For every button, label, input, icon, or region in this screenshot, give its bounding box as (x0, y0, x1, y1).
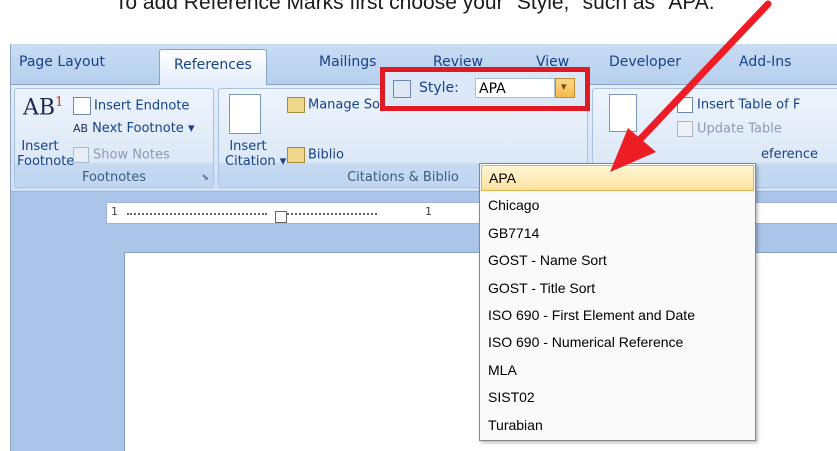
style-option[interactable]: MLA (481, 357, 754, 383)
style-icon (393, 80, 411, 98)
insert-table-of-figures-button[interactable]: Insert Table of F (677, 97, 800, 113)
footnotes-group-label: Footnotes (81, 170, 147, 185)
manage-sources-icon (287, 97, 305, 113)
update-table-button[interactable]: Update Table (677, 121, 782, 137)
style-option[interactable]: GB7714 (481, 220, 754, 246)
tab-page-layout[interactable]: Page Layout (19, 54, 105, 70)
style-dropdown-list: APA Chicago GB7714 GOST - Name Sort GOST - T… (479, 163, 756, 441)
chevron-down-icon: ▾ (187, 121, 195, 136)
insert-caption-icon (609, 94, 637, 132)
style-dropdown-button[interactable]: ▾ (555, 78, 575, 98)
style-option[interactable]: APA (481, 165, 754, 191)
style-option[interactable]: SIST02 (481, 384, 754, 410)
show-notes-button[interactable]: Show Notes (73, 147, 170, 163)
tab-developer[interactable]: Developer (609, 54, 681, 70)
instruction-caption: To add Reference Marks first choose your… (114, 0, 723, 14)
endnote-icon (73, 97, 91, 115)
ruler-mark: 1 (111, 205, 118, 218)
insert-footnote-icon: AB1 (23, 95, 64, 121)
tab-add-ins[interactable]: Add-Ins (739, 54, 791, 70)
ruler-mark: 1 (425, 205, 432, 218)
style-option[interactable]: ISO 690 - Numerical Reference (481, 329, 754, 355)
insert-citation-button[interactable]: Insert Citation ▾ (225, 139, 286, 169)
ruler-ticks (127, 213, 267, 215)
next-footnote-button[interactable]: AB Next Footnote ▾ (73, 121, 194, 136)
show-notes-icon (73, 147, 89, 163)
style-value[interactable]: APA (475, 78, 555, 98)
indent-marker-icon[interactable] (275, 211, 287, 223)
tab-references[interactable]: References (159, 49, 267, 85)
style-option[interactable]: GOST - Title Sort (481, 275, 754, 301)
update-table-icon (677, 121, 693, 137)
footnotes-group: AB1 Insert Footnote Insert Endnote AB Next… (14, 88, 214, 188)
style-label: Style: (419, 80, 459, 96)
style-option[interactable]: GOST - Name Sort (481, 247, 754, 273)
table-of-figures-icon (677, 97, 693, 113)
insert-endnote-button[interactable]: Insert Endnote (73, 97, 189, 115)
bibliography-icon (287, 147, 305, 163)
cross-reference-button[interactable]: eference (761, 147, 818, 162)
insert-citation-icon (229, 94, 261, 134)
tab-mailings[interactable]: Mailings (319, 54, 376, 70)
style-option[interactable]: Turabian (481, 412, 754, 438)
ruler-ticks (287, 213, 377, 215)
style-option[interactable]: Chicago (481, 192, 754, 218)
next-footnote-icon: AB (73, 122, 89, 135)
insert-footnote-button[interactable]: Insert Footnote (17, 139, 74, 169)
bibliography-button[interactable]: Biblio (287, 147, 344, 163)
dialog-launcher-icon[interactable]: ⬊ (201, 173, 209, 183)
style-combo-box[interactable]: Style: APA ▾ (380, 67, 590, 111)
style-option[interactable]: ISO 690 - First Element and Date (481, 302, 754, 328)
chevron-down-icon: ▾ (561, 80, 567, 93)
